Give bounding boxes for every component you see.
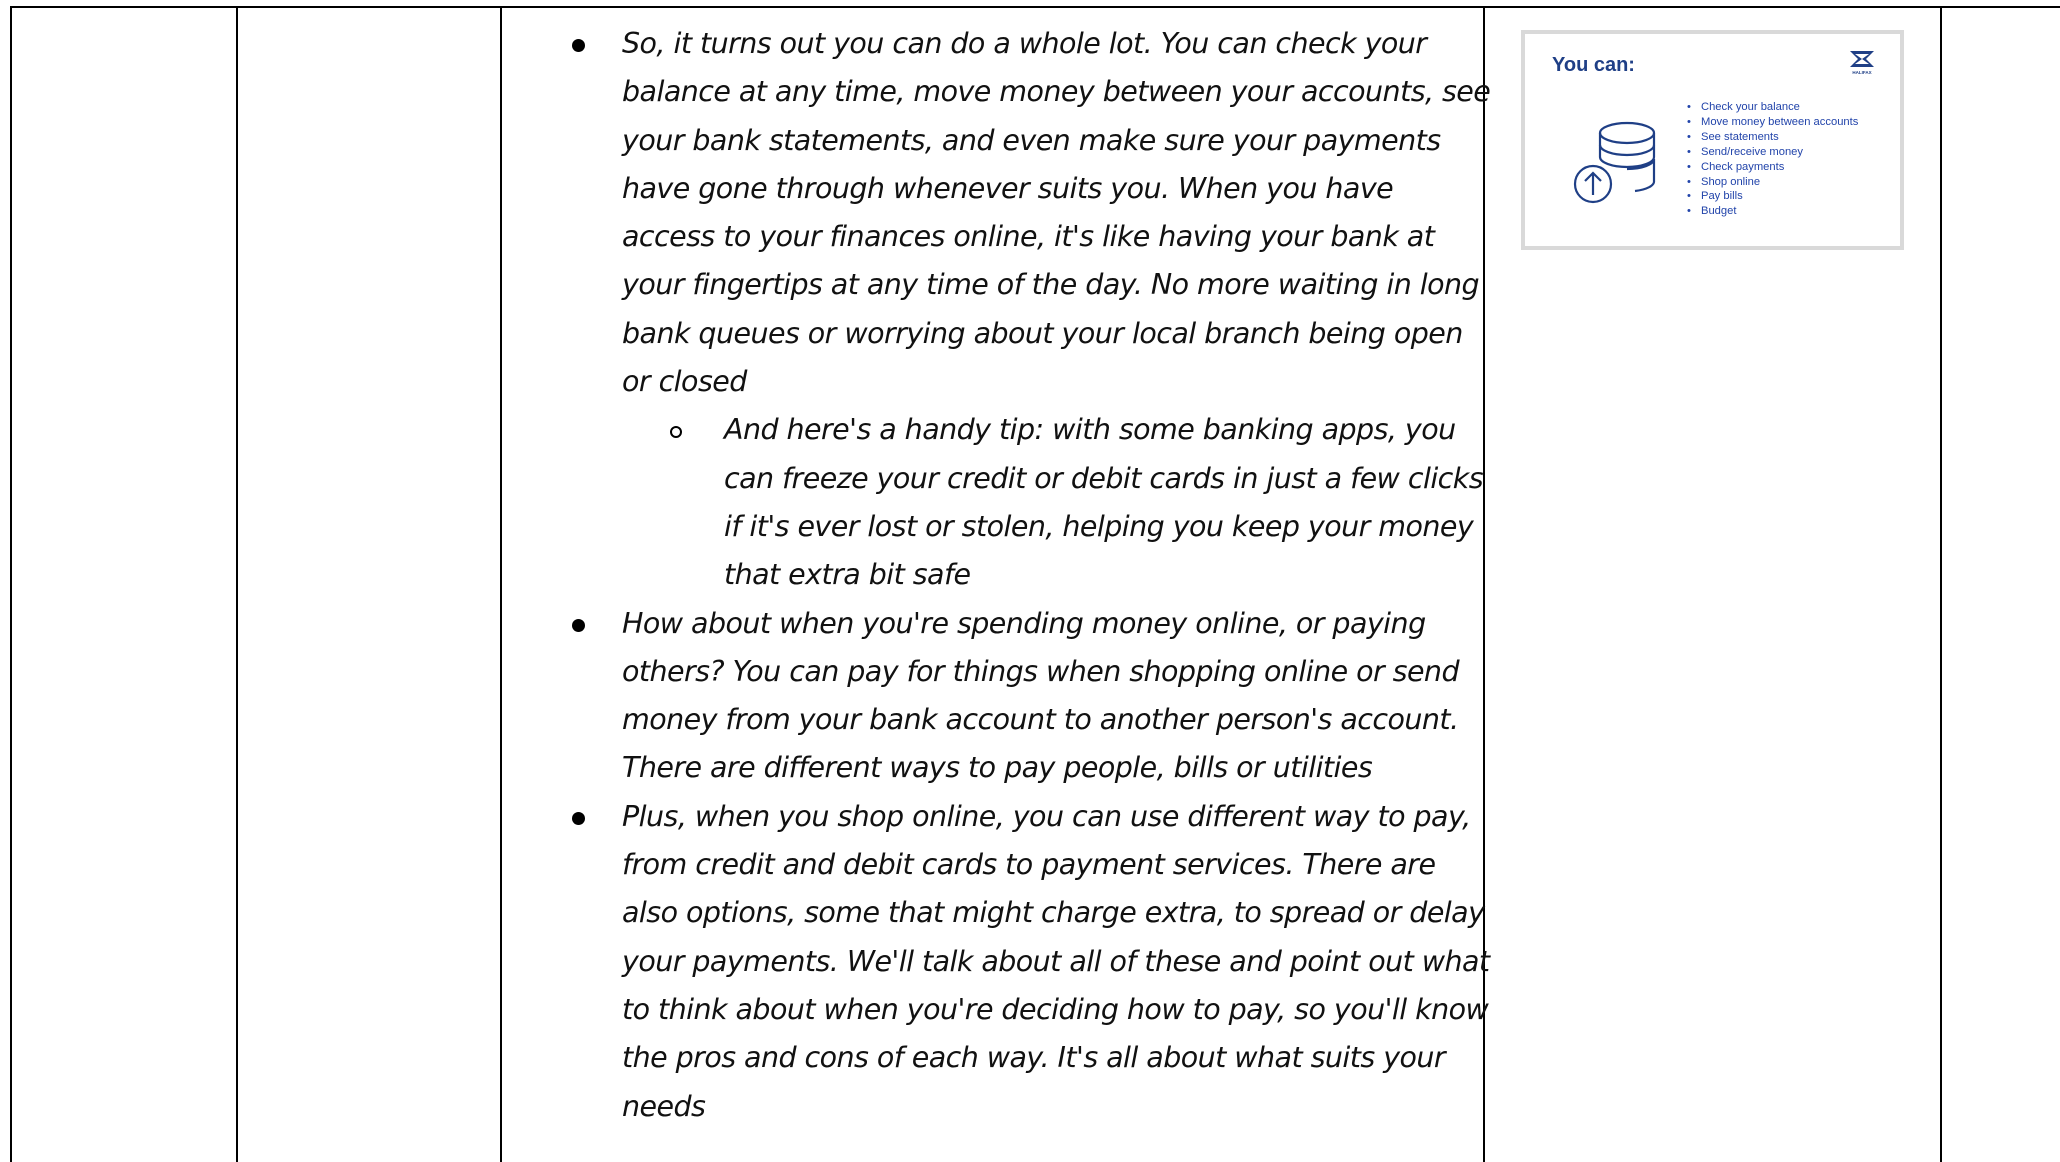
script-bullet-list: So, it turns out you can do a whole lot.…	[534, 20, 1494, 1131]
bullet-dot-icon	[572, 618, 585, 632]
coins-stack-upload-icon	[1573, 121, 1656, 204]
slide-bullet-item: Check payments	[1685, 160, 1858, 175]
script-sub-bullet-text: And here's a handy tip: with some bankin…	[724, 413, 1484, 592]
table-top-border	[12, 6, 2060, 8]
slide-bullet-item: Shop online	[1685, 175, 1858, 190]
table-column-divider-2	[236, 6, 238, 1162]
bullet-dot-icon	[572, 811, 585, 825]
script-bullet-text: How about when you're spending money onl…	[622, 606, 1460, 785]
slide-bullet-item: Pay bills	[1685, 189, 1858, 204]
slide-bullet-list: Check your balance Move money between ac…	[1685, 100, 1858, 219]
slide-bullet-item: Move money between accounts	[1685, 115, 1858, 130]
script-sub-list: And here's a handy tip: with some bankin…	[622, 406, 1494, 599]
script-sub-bullet: And here's a handy tip: with some bankin…	[534, 406, 1494, 599]
sub-bullet-ring-icon	[670, 426, 682, 439]
slide-bullet-item: Send/receive money	[1685, 145, 1858, 160]
svg-text:HALIFAX: HALIFAX	[1852, 70, 1871, 75]
slide-bullet-item: Check your balance	[1685, 100, 1858, 115]
script-bullet-text: So, it turns out you can do a whole lot.…	[622, 27, 1491, 399]
table-column-divider-5	[1940, 6, 1942, 1162]
script-bullet-text: Plus, when you shop online, you can use …	[622, 799, 1490, 1123]
table-column-divider-3	[500, 6, 502, 1162]
table-column-divider-1	[10, 6, 12, 1162]
slide-bullet-item: See statements	[1685, 130, 1858, 145]
slide-bullet-item: Budget	[1685, 204, 1858, 219]
script-cell: So, it turns out you can do a whole lot.…	[534, 20, 1494, 1131]
halifax-logo-icon: HALIFAX	[1850, 51, 1874, 75]
slide-thumbnail: You can: HALIFAX Check your balance Move…	[1521, 30, 1904, 250]
script-bullet: So, it turns out you can do a whole lot.…	[534, 20, 1494, 600]
script-bullet: Plus, when you shop online, you can use …	[534, 793, 1494, 1131]
bullet-dot-icon	[572, 39, 585, 52]
slide-title: You can:	[1552, 54, 1635, 76]
script-bullet: How about when you're spending money onl…	[534, 600, 1494, 793]
